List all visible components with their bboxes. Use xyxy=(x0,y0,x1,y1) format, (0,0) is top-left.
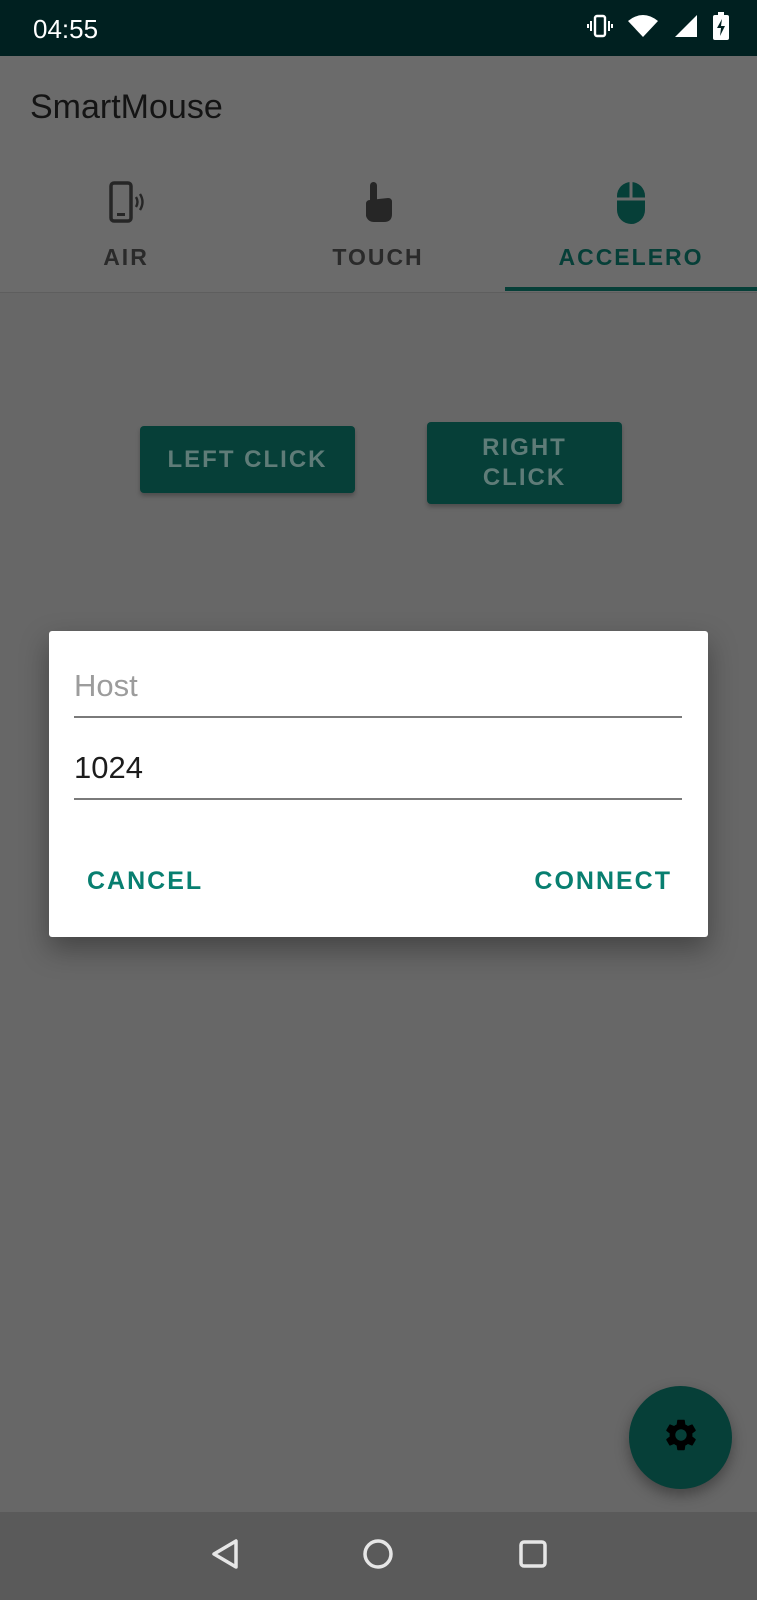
phone-air-icon xyxy=(106,178,146,226)
mouse-icon xyxy=(614,178,648,226)
status-bar: 04:55 xyxy=(0,0,757,56)
app-bar: SmartMouse xyxy=(0,56,757,156)
app-title: SmartMouse xyxy=(30,88,223,126)
left-click-button[interactable]: LEFT CLICK xyxy=(140,426,355,493)
signal-icon xyxy=(673,13,699,39)
navigation-bar xyxy=(0,1512,757,1600)
gear-icon xyxy=(662,1416,700,1459)
port-input[interactable] xyxy=(74,750,682,786)
tab-accelero[interactable]: ACCELERO xyxy=(505,156,757,292)
back-icon[interactable] xyxy=(206,1534,246,1579)
settings-fab[interactable] xyxy=(629,1386,732,1489)
touch-icon xyxy=(360,178,396,226)
tab-air[interactable]: AIR xyxy=(0,156,252,292)
home-icon[interactable] xyxy=(358,1534,398,1579)
tab-touch[interactable]: TOUCH xyxy=(252,156,504,292)
tab-bar: AIR TOUCH ACCELERO xyxy=(0,156,757,293)
status-icons xyxy=(587,12,729,40)
wifi-icon xyxy=(627,13,659,39)
tab-label: TOUCH xyxy=(332,244,424,270)
host-field xyxy=(74,656,682,718)
status-time: 04:55 xyxy=(33,14,99,44)
battery-charging-icon xyxy=(713,12,729,40)
vibrate-icon xyxy=(587,13,613,39)
tab-label: AIR xyxy=(103,244,149,270)
host-input[interactable] xyxy=(74,668,682,704)
connect-button[interactable]: CONNECT xyxy=(534,867,672,896)
right-click-button[interactable]: RIGHT CLICK xyxy=(427,422,622,504)
tab-label: ACCELERO xyxy=(558,244,704,270)
cancel-button[interactable]: CANCEL xyxy=(87,867,203,896)
recents-icon[interactable] xyxy=(513,1534,553,1579)
tab-indicator xyxy=(505,287,757,291)
connect-dialog: CANCEL CONNECT xyxy=(49,631,708,937)
port-field xyxy=(74,738,682,800)
